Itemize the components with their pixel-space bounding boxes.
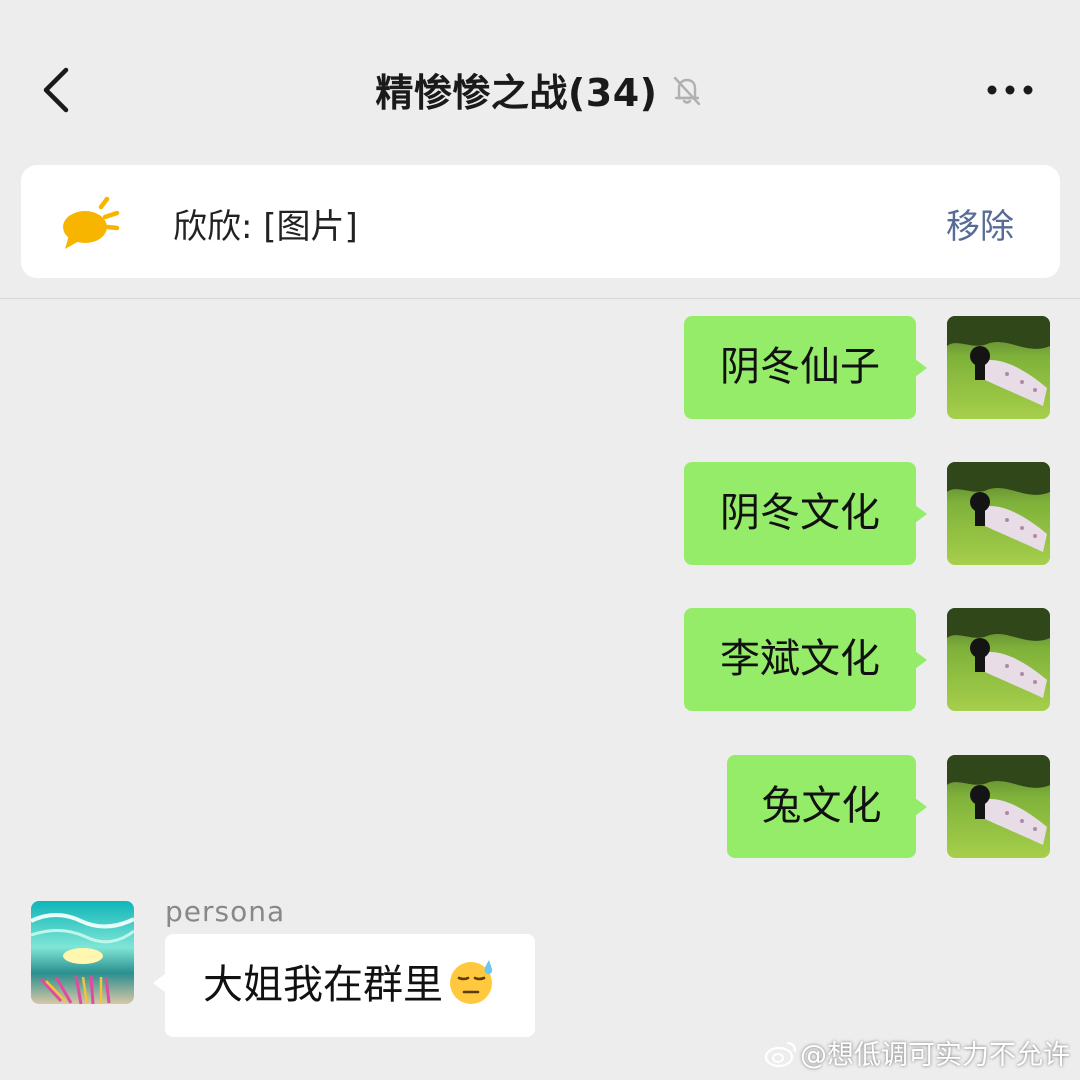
pinned-message-text[interactable]: 欣欣: [图片] [173, 199, 358, 248]
chat-bubble-sparkle-icon [63, 196, 120, 249]
chat-title: 精惨惨之战(34) [375, 71, 658, 115]
message-bubble[interactable]: 大姐我在群里 [165, 934, 535, 1037]
sender-name: persona [165, 895, 286, 928]
remove-pin-button[interactable]: 移除 [946, 199, 1014, 248]
weibo-logo-icon [764, 1041, 797, 1068]
self-avatar[interactable] [947, 608, 1050, 711]
bubble-tail [915, 505, 927, 523]
bell-slash-icon [673, 76, 700, 105]
message-bubble[interactable]: 阴冬文化 [684, 462, 916, 565]
message-bubble[interactable]: 兔文化 [727, 755, 916, 858]
message-row: 阴冬仙子 [0, 316, 1080, 419]
bubble-tail [153, 974, 165, 992]
title-bar: 精惨惨之战(34) [0, 62, 1080, 117]
chat-screen: 精惨惨之战(34) 欣欣: [图片] 移除 阴冬仙子 阴冬文化 李斌文化 兔文化… [0, 0, 1080, 1080]
sweat-face-emoji [450, 960, 493, 1004]
bubble-tail [915, 798, 927, 816]
message-bubble[interactable]: 阴冬仙子 [684, 316, 916, 419]
message-row: 兔文化 [0, 755, 1080, 858]
bubble-tail [915, 651, 927, 669]
more-dots-icon[interactable] [982, 70, 1038, 110]
sender-avatar[interactable] [31, 901, 134, 1004]
chat-header: 精惨惨之战(34) [0, 0, 1080, 160]
pinned-message-card[interactable]: 欣欣: [图片] 移除 [21, 165, 1060, 278]
bubble-tail [915, 359, 927, 377]
message-bubble[interactable]: 李斌文化 [684, 608, 916, 711]
watermark-text: @想低调可实力不允许 [800, 1040, 1070, 1071]
self-avatar[interactable] [947, 316, 1050, 419]
divider [0, 298, 1080, 299]
message-row: 阴冬文化 [0, 462, 1080, 565]
self-avatar[interactable] [947, 462, 1050, 565]
message-text: 大姐我在群里 [203, 962, 443, 1008]
self-avatar[interactable] [947, 755, 1050, 858]
watermark: @想低调可实力不允许 [764, 1033, 1070, 1072]
message-row: 李斌文化 [0, 608, 1080, 711]
